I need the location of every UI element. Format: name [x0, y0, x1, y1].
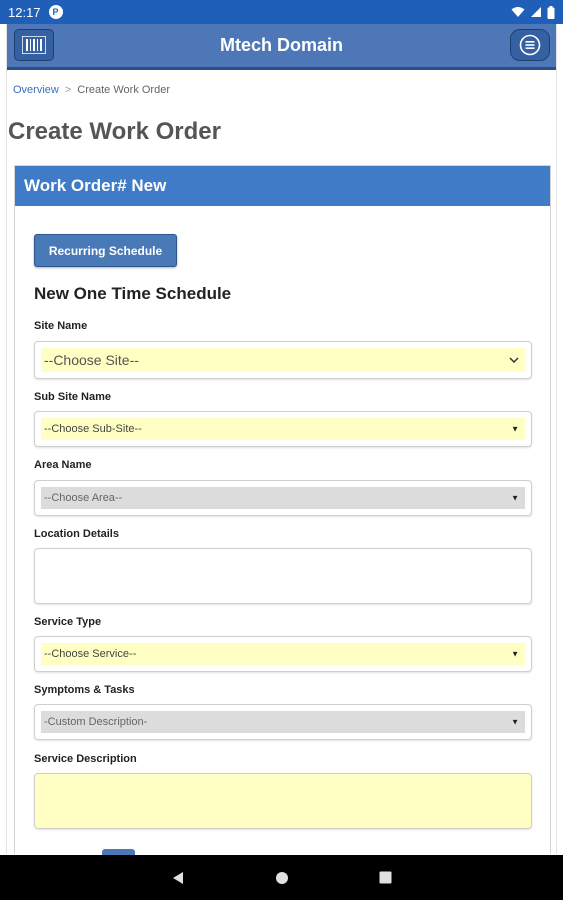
sub-site-select-value: --Choose Sub-Site-- ▼ — [41, 418, 525, 440]
breadcrumb-current: Create Work Order — [77, 84, 170, 96]
page-title: Create Work Order — [8, 118, 221, 145]
service-description-label: Service Description — [34, 753, 137, 765]
panel-header: Work Order# New — [15, 166, 550, 206]
sub-site-value-text: --Choose Sub-Site-- — [44, 423, 142, 435]
breadcrumb-link-overview[interactable]: Overview — [13, 84, 59, 96]
signal-icon — [531, 7, 541, 17]
symptoms-tasks-select-value: -Custom Description- ▼ — [41, 711, 525, 733]
area-value-text: --Choose Area-- — [44, 492, 123, 504]
app-header: Mtech Domain — [7, 24, 556, 70]
symptoms-tasks-value-text: -Custom Description- — [44, 716, 148, 728]
service-description-textarea[interactable] — [34, 773, 532, 829]
dropdown-arrow-icon: ▼ — [511, 493, 519, 503]
app-title: Mtech Domain — [219, 35, 343, 55]
dropdown-arrow-icon: ▼ — [511, 424, 519, 434]
service-type-select-value: --Choose Service-- ▼ — [41, 643, 525, 665]
back-icon[interactable] — [171, 871, 185, 885]
system-navigation-bar — [0, 855, 563, 900]
work-order-panel: Work Order# New Recurring Schedule New O… — [14, 165, 551, 854]
home-icon[interactable] — [275, 871, 289, 885]
status-time: 12:17 — [8, 4, 41, 20]
site-name-select-value: --Choose Site-- — [41, 348, 525, 372]
chevron-down-icon — [509, 357, 519, 363]
location-details-label: Location Details — [34, 528, 119, 540]
status-icons — [511, 5, 555, 19]
section-title: New One Time Schedule — [34, 284, 232, 303]
location-details-textarea[interactable] — [34, 548, 532, 604]
service-type-value-text: --Choose Service-- — [44, 648, 137, 660]
status-bar: 12:17 P — [0, 0, 563, 24]
area-select-value: --Choose Area-- ▼ — [41, 487, 525, 509]
barcode-icon — [22, 36, 46, 54]
sub-site-name-label: Sub Site Name — [34, 391, 112, 403]
app-frame: Mtech Domain Overview > Create Work Order … — [6, 24, 557, 854]
dropdown-arrow-icon: ▼ — [511, 649, 519, 659]
area-name-label: Area Name — [34, 459, 92, 471]
site-name-label: Site Name — [34, 320, 88, 332]
recurring-schedule-button[interactable]: Recurring Schedule — [34, 234, 177, 267]
wifi-icon — [511, 7, 525, 17]
menu-button[interactable] — [510, 29, 550, 61]
recents-icon[interactable] — [379, 871, 392, 884]
symptoms-tasks-label: Symptoms & Tasks — [34, 684, 135, 696]
breadcrumb: Overview > Create Work Order — [13, 84, 170, 96]
sub-site-name-select[interactable]: --Choose Sub-Site-- ▼ — [34, 411, 532, 447]
app-notification-icon: P — [48, 5, 63, 19]
breadcrumb-separator: > — [64, 84, 72, 96]
service-type-select[interactable]: --Choose Service-- ▼ — [34, 636, 532, 672]
symptoms-tasks-select[interactable]: -Custom Description- ▼ — [34, 704, 532, 740]
barcode-scan-button[interactable] — [14, 29, 54, 61]
menu-icon — [519, 34, 541, 56]
battery-icon — [547, 5, 555, 19]
area-name-select[interactable]: --Choose Area-- ▼ — [34, 480, 532, 516]
service-type-label: Service Type — [34, 616, 102, 628]
dropdown-arrow-icon: ▼ — [511, 717, 519, 727]
site-name-select[interactable]: --Choose Site-- — [34, 341, 532, 379]
site-name-value-text: --Choose Site-- — [44, 352, 139, 368]
